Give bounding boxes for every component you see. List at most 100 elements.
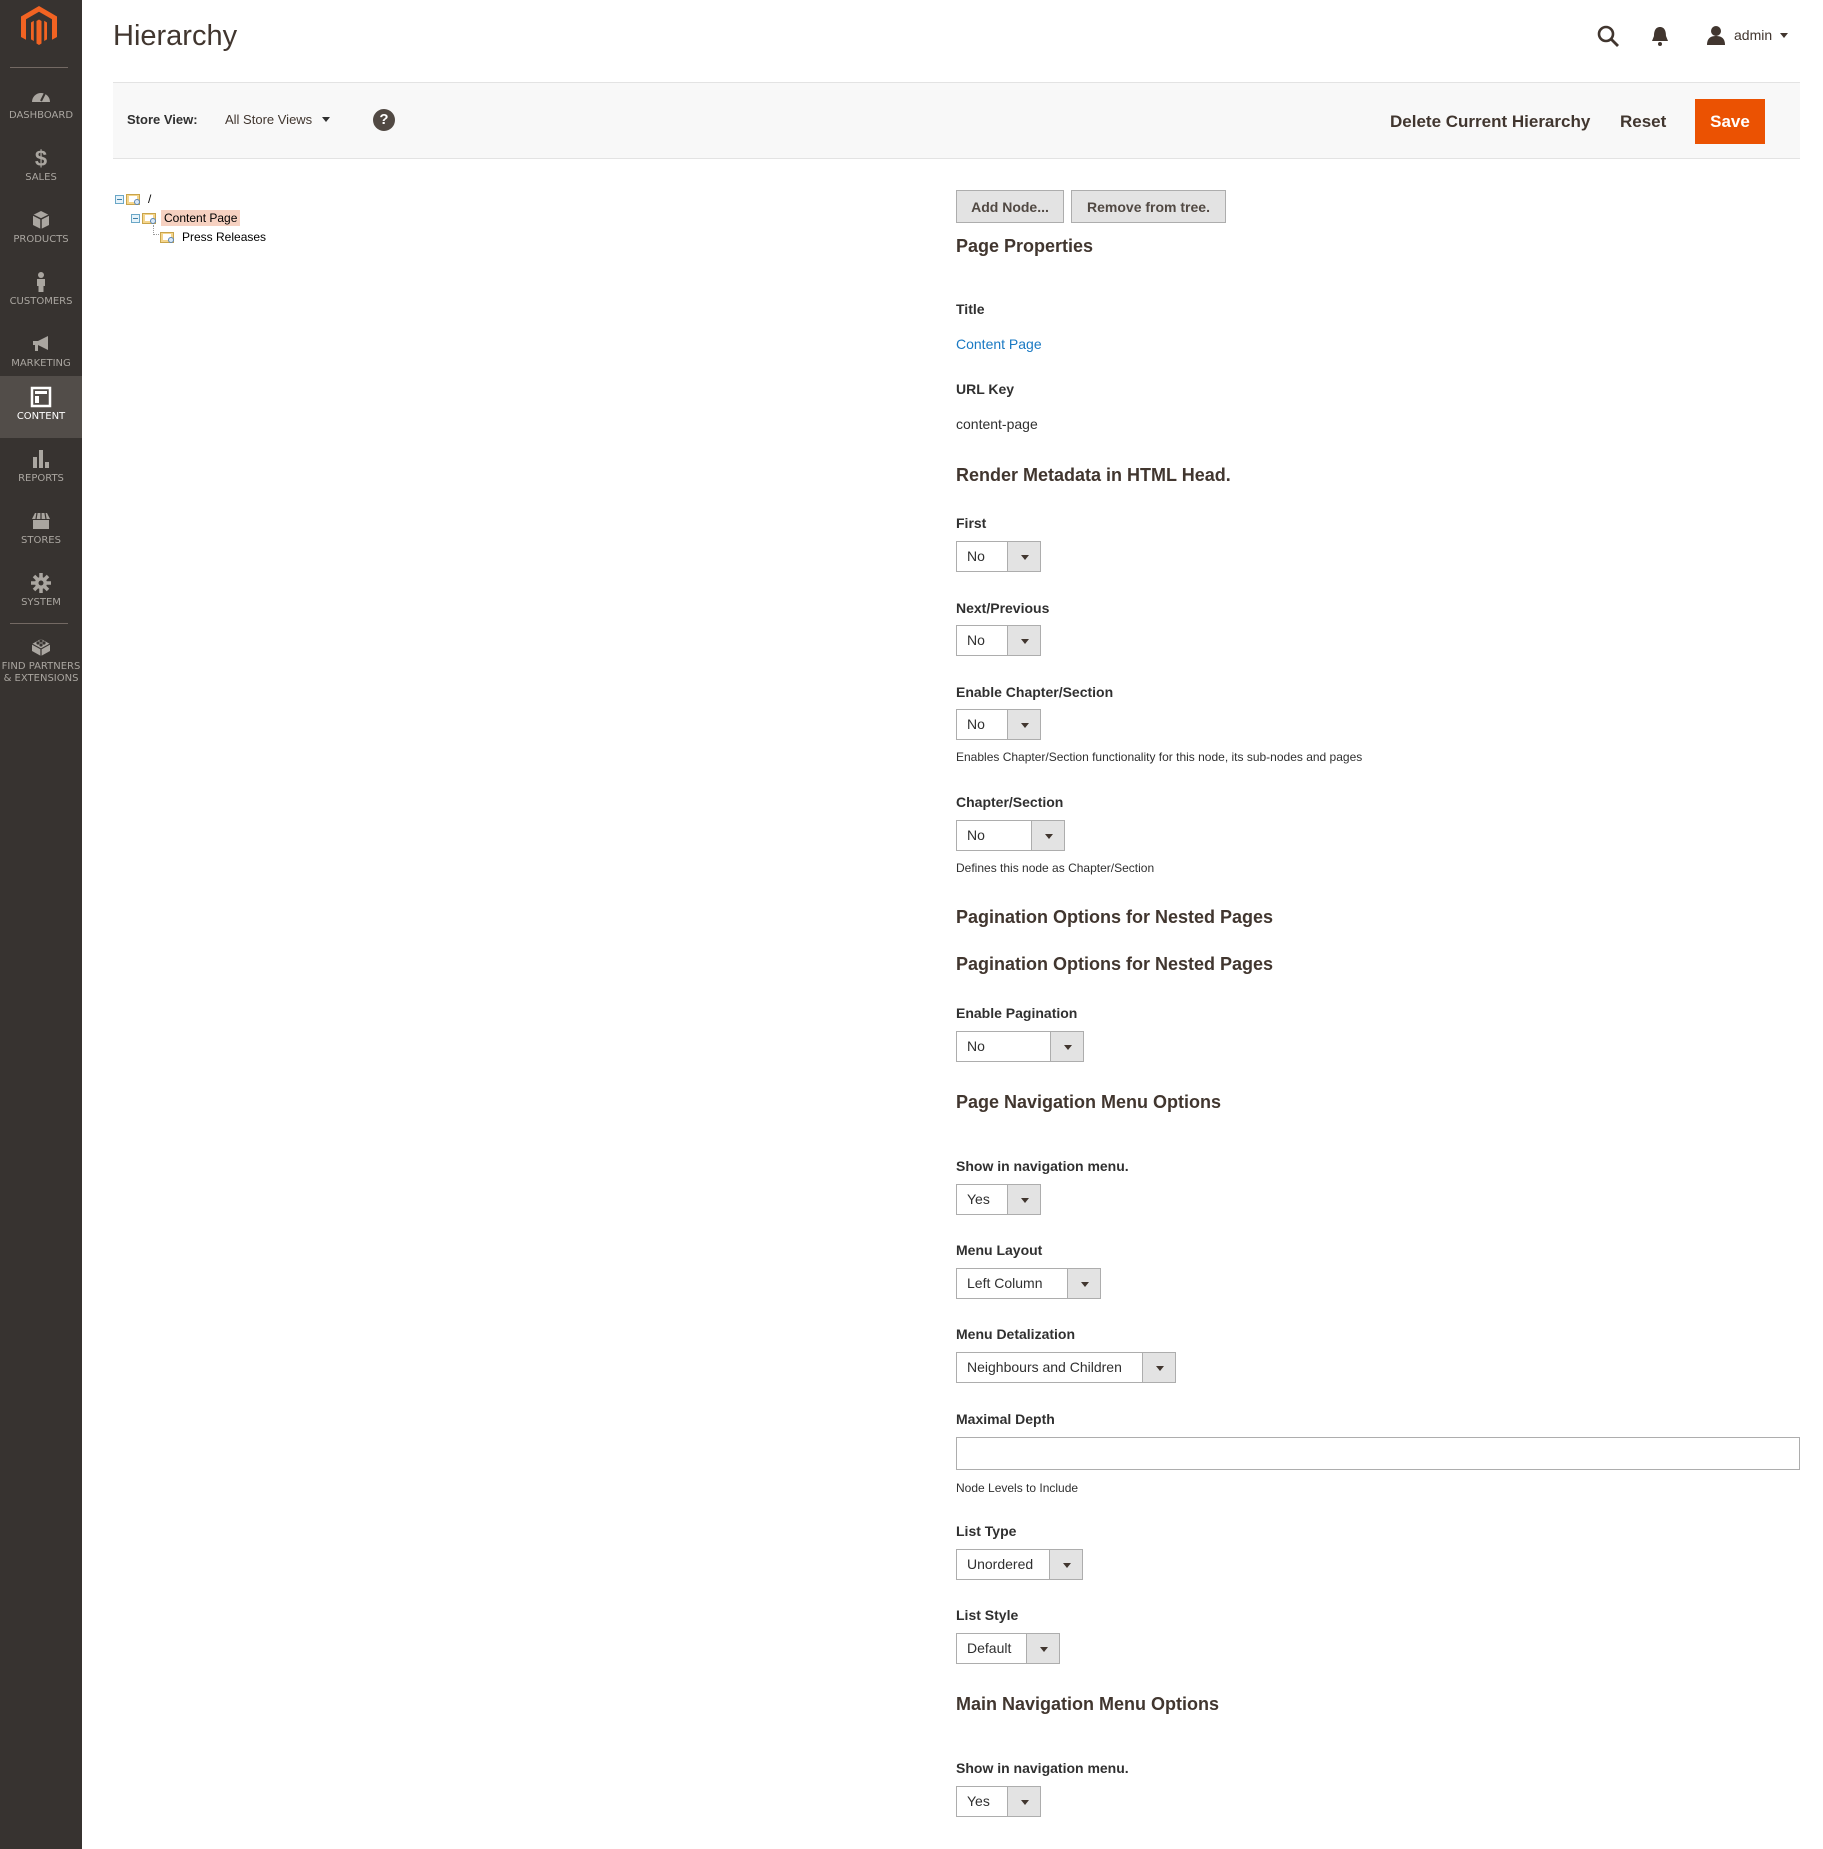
menu-layout-label: Menu Layout (956, 1242, 1043, 1258)
storefront-icon (32, 512, 50, 529)
first-select-value: No (967, 548, 985, 564)
enable-pagination-select-value: No (967, 1038, 985, 1054)
chapter-section-label: Chapter/Section (956, 794, 1064, 810)
menu-detalization-label: Menu Detalization (956, 1326, 1076, 1342)
sidebar-item-sales[interactable]: $ Sales (0, 137, 82, 199)
menu-layout-select[interactable]: Left Column (956, 1268, 1101, 1299)
chapter-section-select[interactable]: No (956, 820, 1065, 851)
sidebar-item-label: System (21, 597, 61, 608)
menu-detalization-select[interactable]: Neighbours and Children (956, 1352, 1176, 1383)
chevron-down-icon (1007, 710, 1040, 739)
sidebar-item-label: Customers (9, 296, 73, 307)
magento-logo-icon[interactable] (19, 4, 59, 48)
list-style-select-value: Default (967, 1640, 1012, 1656)
maximal-depth-note: Node Levels to Include (956, 1481, 1079, 1495)
person-icon (37, 272, 45, 292)
sidebar-item-label: Content (16, 411, 66, 422)
chevron-down-icon (1067, 1269, 1100, 1298)
maximal-depth-label: Maximal Depth (956, 1411, 1055, 1427)
chevron-down-icon (1049, 1550, 1082, 1579)
enable-pagination-select[interactable]: No (956, 1031, 1084, 1062)
sidebar-item-system[interactable]: System (0, 562, 82, 624)
chapter-section-select-value: No (967, 827, 985, 843)
sidebar-item-label: Products (13, 234, 69, 245)
bell-icon (1652, 27, 1668, 46)
menu-layout-select-value: Left Column (967, 1275, 1043, 1291)
section-page-navigation: Page Navigation Menu Options (956, 1092, 1222, 1112)
sidebar-item-stores[interactable]: Stores (0, 500, 82, 562)
enable-chapter-label: Enable Chapter/Section (956, 684, 1114, 700)
sidebar-item-products[interactable]: Products (0, 199, 82, 261)
page-nav-show-label: Show in navigation menu. (956, 1158, 1129, 1174)
sidebar-item-label: Stores (21, 535, 61, 546)
megaphone-icon (33, 336, 48, 351)
enable-chapter-select[interactable]: No (956, 709, 1041, 740)
admin-username: admin (1734, 27, 1773, 43)
main-nav-show-label: Show in navigation menu. (956, 1760, 1129, 1776)
sidebar-divider (10, 623, 68, 624)
title-value-link[interactable]: Content Page (956, 336, 1042, 352)
sidebar-divider (10, 67, 68, 68)
notifications-button[interactable] (1650, 25, 1670, 47)
page-nav-show-select-value: Yes (967, 1191, 990, 1207)
tree-node-label[interactable]: / (145, 191, 154, 207)
tree-node-root: / (115, 190, 154, 208)
save-button[interactable]: Save (1695, 99, 1765, 144)
store-view-switcher[interactable]: All Store Views (225, 112, 331, 127)
tree-node-label[interactable]: Content Page (161, 210, 241, 226)
folder-icon (126, 193, 142, 206)
sidebar-item-customers[interactable]: Customers (0, 261, 82, 323)
folder-icon (160, 231, 176, 244)
first-label: First (956, 515, 987, 531)
section-main-navigation: Main Navigation Menu Options (956, 1694, 1220, 1714)
sidebar-item-label: Find Partners & Extensions (1, 661, 81, 684)
search-icon (1597, 25, 1619, 47)
chevron-down-icon (1142, 1353, 1175, 1382)
svg-text:$: $ (35, 147, 47, 169)
global-search-button[interactable] (1596, 24, 1620, 48)
help-icon[interactable]: ? (373, 109, 395, 131)
layout-icon (30, 386, 52, 408)
title-label: Title (956, 301, 985, 317)
chapter-section-note: Defines this node as Chapter/Section (956, 861, 1155, 875)
bar-chart-icon (33, 450, 49, 468)
sidebar-item-reports[interactable]: Reports (0, 438, 82, 500)
add-node-button[interactable]: Add Node... (956, 190, 1064, 223)
reset-button[interactable]: Reset (1620, 83, 1666, 160)
chevron-down-icon (1007, 626, 1040, 655)
collapse-toggle-icon[interactable] (115, 194, 124, 204)
list-type-select[interactable]: Unordered (956, 1549, 1083, 1580)
tree-node-label[interactable]: Press Releases (179, 229, 269, 245)
box-icon (32, 211, 50, 229)
menu-detalization-select-value: Neighbours and Children (967, 1359, 1122, 1375)
chevron-down-icon (1031, 821, 1064, 850)
sidebar-item-label: Dashboard (8, 110, 74, 121)
main-nav-show-select[interactable]: Yes (956, 1786, 1041, 1817)
next-previous-label: Next/Previous (956, 600, 1050, 616)
section-pagination: Pagination Options for Nested Pages (956, 907, 1274, 927)
sidebar-item-content[interactable]: Content (0, 376, 82, 438)
collapse-toggle-icon[interactable] (131, 213, 140, 223)
list-type-select-value: Unordered (967, 1556, 1034, 1572)
chevron-down-icon (1780, 32, 1789, 38)
chevron-down-icon (1007, 1787, 1040, 1816)
sidebar-item-label: Sales (25, 172, 57, 183)
folder-icon (142, 212, 158, 225)
list-style-select[interactable]: Default (956, 1633, 1060, 1664)
url-key-label: URL Key (956, 381, 1015, 397)
page-nav-show-select[interactable]: Yes (956, 1184, 1041, 1215)
sidebar-item-dashboard[interactable]: Dashboard (0, 75, 82, 137)
admin-user-menu[interactable]: admin (1706, 24, 1789, 46)
sidebar-item-label: Marketing (11, 358, 71, 369)
url-key-value: content-page (956, 416, 1038, 432)
remove-from-tree-button[interactable]: Remove from tree. (1071, 190, 1226, 223)
next-previous-select[interactable]: No (956, 625, 1041, 656)
sidebar-item-find-partners[interactable]: Find Partners & Extensions (0, 626, 82, 698)
delete-hierarchy-button[interactable]: Delete Current Hierarchy (1390, 83, 1590, 160)
list-style-label: List Style (956, 1607, 1019, 1623)
chevron-down-icon (1007, 1185, 1040, 1214)
first-select[interactable]: No (956, 541, 1041, 572)
section-render-metadata: Render Metadata in HTML Head. (956, 465, 1231, 485)
enable-chapter-note: Enables Chapter/Section functionality fo… (956, 750, 1363, 764)
maximal-depth-input[interactable] (956, 1437, 1800, 1470)
